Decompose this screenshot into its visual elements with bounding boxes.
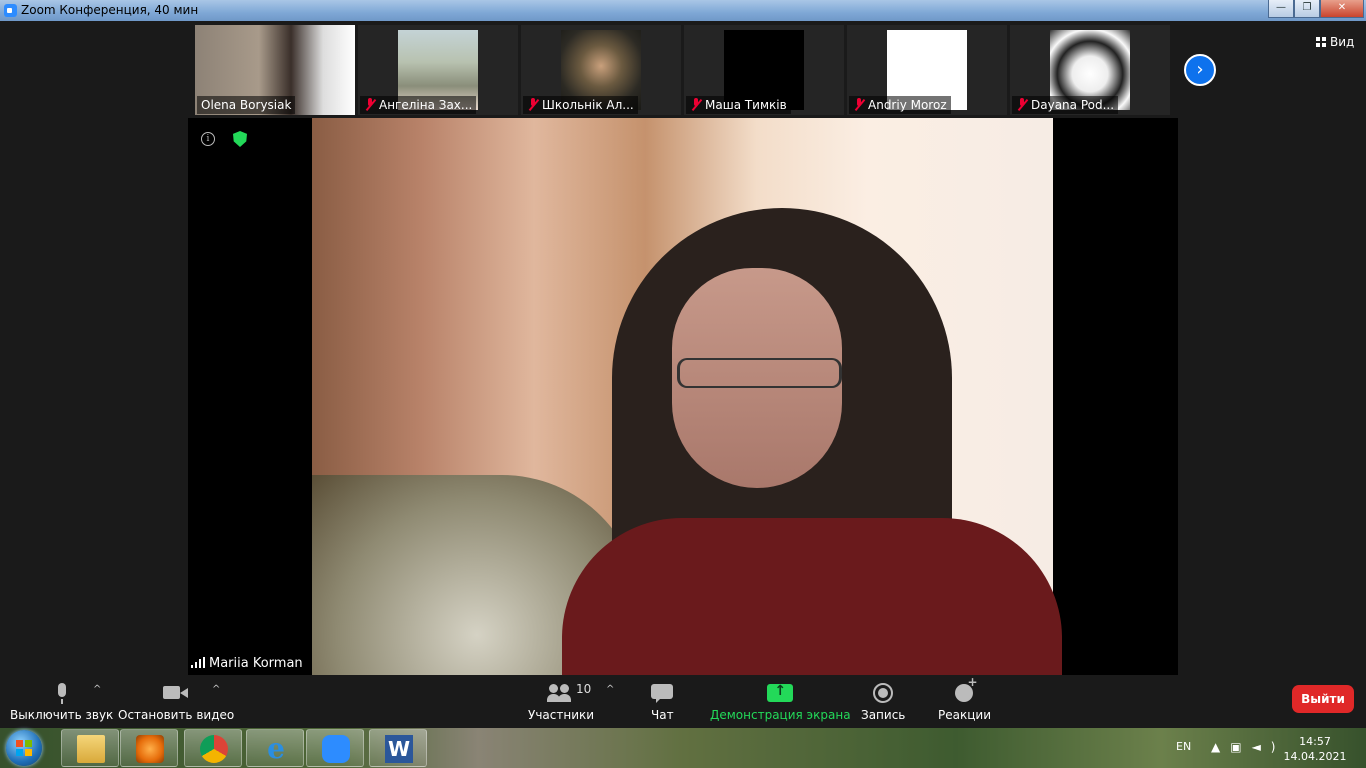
chat-bubble-icon: [651, 681, 674, 705]
zoom-icon: [322, 735, 350, 763]
window-controls: — ❐ ✕: [1268, 0, 1364, 18]
chrome-icon: [200, 735, 228, 763]
taskbar-media-player[interactable]: [120, 729, 178, 767]
taskbar-internet-explorer[interactable]: e: [246, 729, 304, 767]
mic-muted-icon: [690, 98, 702, 110]
windows-logo-icon: [16, 740, 32, 756]
minimize-button[interactable]: —: [1268, 0, 1294, 18]
meeting-toolbar: Выключить звук ^ Остановить видео ^ 10 У…: [0, 675, 1366, 728]
record-button[interactable]: Запись: [861, 681, 905, 722]
participant-thumbnail[interactable]: Andriy Moroz: [847, 25, 1007, 115]
view-button[interactable]: Вид: [1316, 35, 1354, 49]
window-title: Zoom Конференция, 40 мин: [21, 3, 199, 17]
mic-muted-icon: [527, 98, 539, 110]
zoom-app-icon: [4, 4, 17, 17]
taskbar-zoom[interactable]: [306, 729, 364, 767]
participant-name: Маша Тимків: [686, 96, 791, 114]
speaker-glasses: [677, 358, 842, 388]
speaker-video-feed: [312, 118, 1062, 675]
participant-thumbnail[interactable]: Ангеліна Зах...: [358, 25, 518, 115]
reactions-button[interactable]: Реакции: [938, 675, 991, 722]
chat-button[interactable]: Чат: [651, 681, 674, 722]
mic-muted-icon: [364, 98, 376, 110]
grid-view-icon: [1316, 37, 1326, 47]
smiley-plus-icon: [954, 675, 978, 705]
taskbar-file-explorer[interactable]: [61, 729, 119, 767]
participants-icon: [547, 681, 573, 705]
zoom-meeting-window: Olena Borysiak Ангеліна Зах... Школьнік …: [0, 21, 1366, 728]
mic-muted-icon: [1016, 98, 1028, 110]
share-screen-button[interactable]: Демонстрация экрана: [710, 681, 851, 722]
participant-thumbnail[interactable]: Маша Тимків: [684, 25, 844, 115]
taskbar-chrome[interactable]: [184, 729, 242, 767]
video-camera-icon: [163, 681, 189, 705]
leave-meeting-button[interactable]: Выйти: [1292, 685, 1354, 713]
microphone-icon: [55, 681, 69, 705]
share-screen-icon: [767, 681, 794, 705]
active-speaker-video: i Mariia Korman: [188, 118, 1178, 675]
participant-thumbnail[interactable]: Dayana Pod...: [1010, 25, 1170, 115]
participant-thumbnail-strip: Olena Borysiak Ангеліна Зах... Школьнік …: [195, 25, 1173, 115]
participant-thumbnail[interactable]: Школьнік Ал...: [521, 25, 681, 115]
audio-options-chevron-up-icon[interactable]: ^: [93, 684, 101, 695]
participant-name: Olena Borysiak: [197, 96, 296, 114]
start-button[interactable]: [6, 730, 42, 766]
internet-explorer-icon: e: [267, 732, 285, 765]
active-speaker-label: Mariia Korman: [188, 653, 309, 675]
media-player-icon: [136, 735, 164, 763]
window-titlebar: Zoom Конференция, 40 мин — ❐ ✕: [0, 0, 1366, 21]
network-icon[interactable]: ▣: [1230, 740, 1251, 754]
participants-button[interactable]: 10 Участники: [528, 681, 594, 722]
participants-options-chevron-up-icon[interactable]: ^: [606, 684, 614, 695]
participant-name: Школьнік Ал...: [523, 96, 638, 114]
close-button[interactable]: ✕: [1320, 0, 1364, 18]
taskbar-word[interactable]: W: [369, 729, 427, 767]
security-shield-icon[interactable]: [233, 131, 247, 147]
info-icon[interactable]: i: [201, 132, 215, 146]
next-page-arrow-icon[interactable]: ›: [1184, 54, 1216, 86]
signal-strength-icon: [191, 657, 205, 668]
clock[interactable]: 14:57 14.04.2021: [1280, 734, 1350, 764]
participant-name: Andriy Moroz: [849, 96, 951, 114]
clock-date: 14.04.2021: [1283, 750, 1347, 763]
record-icon: [873, 681, 894, 705]
video-options-chevron-up-icon[interactable]: ^: [212, 684, 220, 695]
clock-time: 14:57: [1299, 735, 1331, 748]
language-indicator[interactable]: EN: [1176, 740, 1191, 753]
word-icon: W: [385, 735, 413, 763]
participants-count: 10: [576, 682, 592, 696]
participant-name: Dayana Pod...: [1012, 96, 1119, 114]
restore-button[interactable]: ❐: [1294, 0, 1320, 18]
tray-icons[interactable]: ▲▣◄): [1211, 740, 1286, 754]
mic-muted-icon: [853, 98, 865, 110]
show-hidden-icons-icon[interactable]: ▲: [1211, 740, 1230, 754]
speaker-torso: [562, 518, 1062, 675]
participant-thumbnail[interactable]: Olena Borysiak: [195, 25, 355, 115]
participants-icon-group: 10: [531, 681, 591, 705]
windows-taskbar: e W EN ▲▣◄) 14:57 14.04.2021: [0, 728, 1366, 768]
folder-icon: [77, 735, 105, 763]
participant-name: Ангеліна Зах...: [360, 96, 477, 114]
